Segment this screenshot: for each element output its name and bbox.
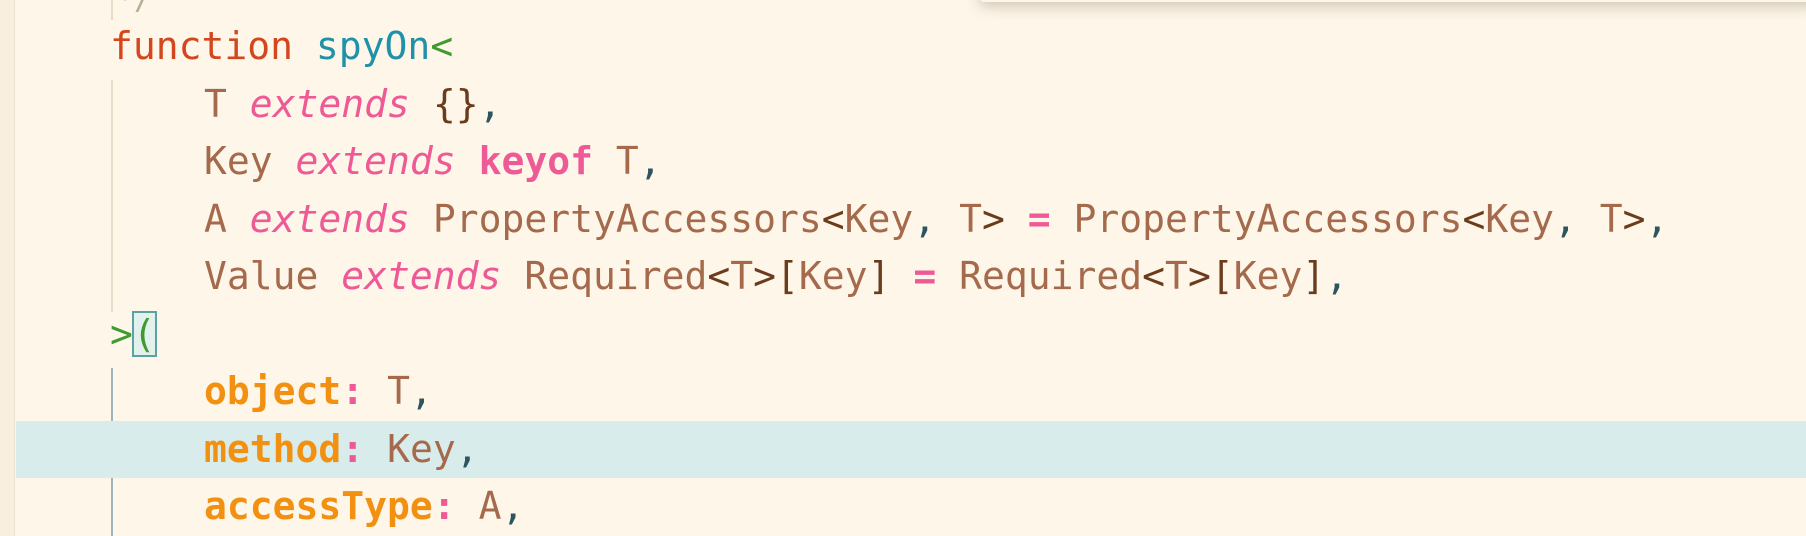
bracket: > — [110, 311, 133, 356]
punctuation: , — [1325, 254, 1349, 298]
param-name: object — [204, 369, 342, 413]
matched-paren: ( — [131, 310, 157, 357]
square-bracket: ] — [1302, 254, 1326, 298]
colon: : — [341, 426, 365, 471]
type-param: Key — [204, 139, 273, 183]
code-line[interactable]: >( — [0, 306, 1806, 364]
code-text: accessType: A, — [110, 478, 524, 536]
angle-bracket: < — [821, 196, 845, 241]
code-line[interactable]: T extends {}, — [0, 76, 1806, 134]
keyword-extends: extends — [341, 254, 502, 298]
type-ref: Key — [844, 196, 914, 241]
punctuation: , — [409, 369, 433, 413]
type-ref: Required — [524, 254, 708, 298]
type-ref: PropertyAccessors — [432, 196, 822, 241]
code-text: >( — [110, 306, 157, 364]
punctuation: , — [478, 81, 502, 126]
angle-bracket: > — [1187, 254, 1211, 298]
angle-bracket: > — [981, 196, 1005, 241]
punctuation: , — [1554, 196, 1577, 241]
code-text: function spyOn< — [110, 18, 453, 76]
operator-equals: = — [1027, 196, 1051, 241]
function-name: spyOn — [315, 24, 431, 68]
type-ref: T — [959, 196, 982, 241]
type-ref: T — [615, 139, 639, 183]
angle-bracket: < — [707, 254, 731, 298]
angle-bracket: < — [1142, 254, 1166, 298]
code-text: Value extends Required<T>[Key] = Require… — [110, 248, 1348, 306]
keyword-keyof: keyof — [478, 139, 593, 183]
type-ref: Key — [798, 254, 868, 298]
square-bracket: [ — [1210, 254, 1234, 298]
type-ref: Key — [387, 426, 456, 471]
code-text: method: Key, — [110, 421, 479, 479]
code-editor[interactable]: */ function spyOn< T extends {}, Key ext… — [0, 0, 1806, 536]
code-text: T extends {}, — [110, 76, 501, 134]
code-text: Key extends keyof T, — [110, 133, 662, 191]
colon: : — [341, 369, 365, 413]
code-line[interactable]: Value extends Required<T>[Key] = Require… — [0, 248, 1806, 306]
angle-bracket: > — [753, 254, 777, 298]
keyword-function: function — [110, 24, 294, 68]
brace: {} — [432, 81, 479, 126]
type-ref: T — [1599, 196, 1623, 241]
current-line[interactable]: method: Key, — [16, 420, 1806, 479]
square-bracket: [ — [776, 254, 799, 298]
type-ref: T — [387, 369, 410, 413]
param-name: method — [204, 426, 342, 471]
punctuation: , — [501, 484, 525, 528]
code-text: object: T, — [110, 363, 433, 421]
hover-popup-edge — [980, 0, 1806, 2]
angle-bracket: > — [1622, 196, 1646, 241]
code-text: A extends PropertyAccessors<Key, T> = Pr… — [110, 191, 1668, 249]
keyword-extends: extends — [295, 139, 456, 183]
punctuation: , — [638, 139, 662, 183]
punctuation: , — [913, 196, 937, 241]
type-ref: PropertyAccessors — [1073, 196, 1463, 241]
code-line[interactable]: accessType: A, — [0, 478, 1806, 536]
indent-guide — [111, 0, 113, 20]
code-line[interactable]: function spyOn< — [0, 18, 1806, 76]
type-ref: T — [1165, 254, 1188, 298]
type-ref: Key — [1233, 254, 1303, 298]
code-line[interactable]: Key extends keyof T, — [0, 133, 1806, 191]
punctuation: , — [455, 426, 479, 471]
param-name: accessType — [204, 484, 433, 528]
type-param: Value — [204, 254, 319, 298]
type-param: A — [204, 196, 227, 241]
angle-bracket: < — [1462, 196, 1486, 241]
type-ref: T — [730, 254, 754, 298]
comment-end: */ — [116, 0, 152, 17]
bracket: < — [430, 24, 454, 68]
type-ref: Required — [959, 254, 1143, 298]
code-line[interactable]: object: T, — [0, 363, 1806, 421]
keyword-extends: extends — [249, 81, 410, 126]
keyword-extends: extends — [249, 196, 410, 241]
punctuation: , — [1645, 196, 1669, 241]
colon: : — [432, 484, 456, 528]
square-bracket: ] — [867, 254, 891, 298]
code-line[interactable]: A extends PropertyAccessors<Key, T> = Pr… — [0, 191, 1806, 249]
type-ref: Key — [1485, 196, 1554, 241]
type-param: T — [204, 81, 227, 126]
type-ref: A — [478, 484, 502, 528]
operator-equals: = — [913, 254, 937, 298]
